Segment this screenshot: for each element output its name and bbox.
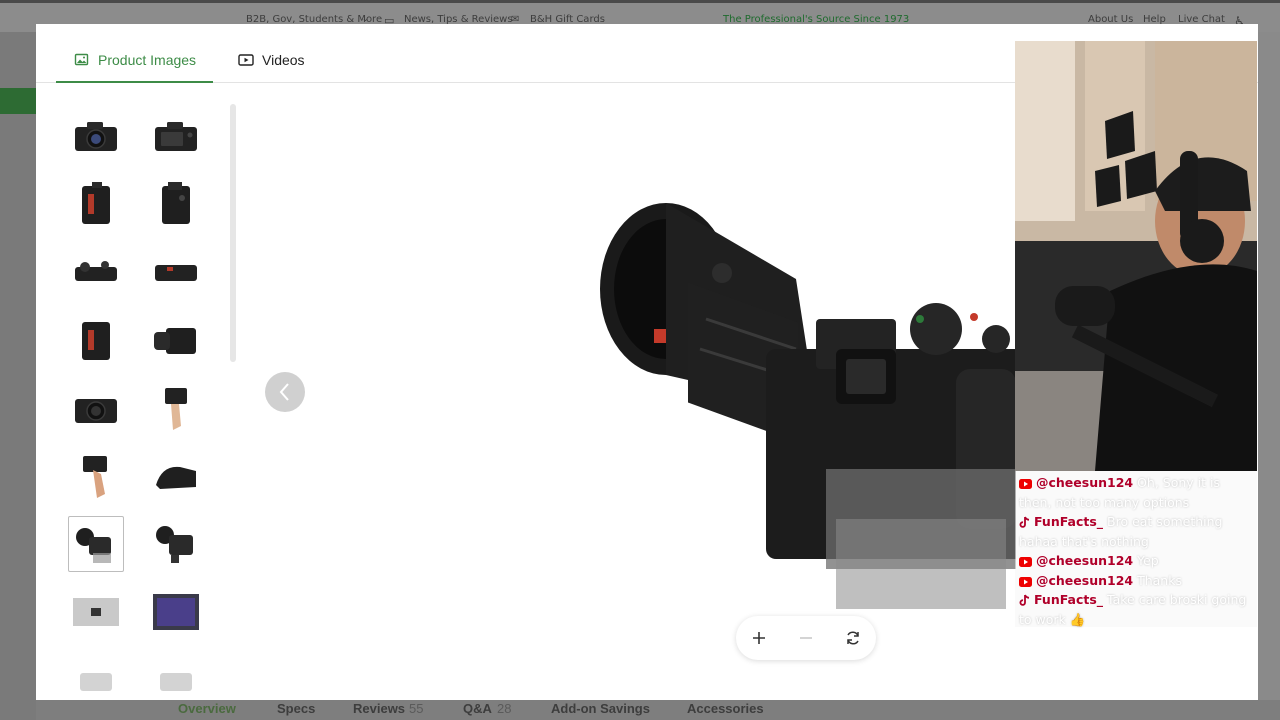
thumbnail[interactable] xyxy=(68,448,124,504)
video-icon xyxy=(238,54,254,66)
chat-username: FunFacts_ xyxy=(1034,514,1104,529)
thumbnail[interactable] xyxy=(68,380,124,436)
zoom-controls xyxy=(736,616,876,660)
tab-videos[interactable]: Videos xyxy=(238,52,328,83)
chat-text: Thanks xyxy=(1137,572,1182,588)
background-right-edge xyxy=(1258,32,1280,700)
chat-message: FunFacts_ Take care broski going to work… xyxy=(1019,590,1253,629)
background-green-bar xyxy=(0,88,36,114)
thumbnail[interactable] xyxy=(148,652,204,700)
tab-accessories[interactable]: Accessories xyxy=(687,701,764,716)
tab-addon-savings[interactable]: Add-on Savings xyxy=(551,701,650,716)
tab-overview[interactable]: Overview xyxy=(178,701,236,716)
chat-username: @cheesun124 xyxy=(1036,572,1134,588)
youtube-icon xyxy=(1019,576,1032,587)
thumbnail[interactable] xyxy=(148,584,204,640)
tab-label: Videos xyxy=(262,52,305,68)
chevron-left-icon xyxy=(279,383,289,401)
plus-icon xyxy=(753,632,766,644)
streamer-webcam xyxy=(1015,41,1257,471)
minus-icon xyxy=(799,637,812,639)
chat-message: @cheesun124 Oh, Sony it is then, not too… xyxy=(1019,473,1253,512)
image-icon xyxy=(74,53,89,66)
stream-chat: @cheesun124 Oh, Sony it is then, not too… xyxy=(1015,471,1257,627)
flip-screen xyxy=(826,469,1016,609)
tab-specs[interactable]: Specs xyxy=(277,701,315,716)
chevron-down-icon: ⌄ xyxy=(362,14,369,23)
chat-username: @cheesun124 xyxy=(1036,475,1134,490)
tab-label: Product Images xyxy=(98,52,197,68)
thumbnail[interactable] xyxy=(68,584,124,640)
qa-count: 28 xyxy=(497,701,512,716)
thumbnail[interactable] xyxy=(68,108,124,164)
chat-message: @cheesun124 Thanks xyxy=(1019,571,1253,591)
thumbnail[interactable] xyxy=(68,176,124,232)
tiktok-icon xyxy=(1019,594,1030,606)
thumbnail[interactable] xyxy=(148,312,204,368)
chat-username: FunFacts_ xyxy=(1034,592,1104,607)
tab-qa[interactable]: Q&A xyxy=(463,701,492,716)
thumbnail[interactable] xyxy=(148,176,204,232)
chat-message: FunFacts_ Bro eat something hahaa that's… xyxy=(1019,512,1253,551)
chat-username: @cheesun124 xyxy=(1036,553,1134,568)
tiktok-icon xyxy=(1019,516,1030,528)
thumbnail[interactable] xyxy=(148,448,204,504)
youtube-icon xyxy=(1019,479,1032,489)
previous-image-button[interactable] xyxy=(265,372,305,412)
thumbnail[interactable] xyxy=(148,108,204,164)
thumbnail-list xyxy=(56,104,226,700)
reviews-count: 55 xyxy=(409,701,424,716)
refresh-icon xyxy=(846,631,859,645)
thumbnail[interactable] xyxy=(148,244,204,300)
thumbnail[interactable] xyxy=(148,516,204,572)
thumbnail[interactable] xyxy=(148,380,204,436)
youtube-icon xyxy=(1019,557,1032,567)
thumbnail[interactable] xyxy=(68,244,124,300)
tab-product-images[interactable]: Product Images xyxy=(56,52,213,83)
thumbnail[interactable] xyxy=(68,652,124,700)
thumbnail-scrollbar[interactable] xyxy=(230,104,236,362)
thumbnail[interactable] xyxy=(68,312,124,368)
zoom-in-button[interactable] xyxy=(744,623,774,653)
tab-reviews[interactable]: Reviews xyxy=(353,701,405,716)
chat-message: @cheesun124 Yep xyxy=(1019,551,1253,571)
main-product-image xyxy=(600,203,1016,609)
thumbnail-selected[interactable] xyxy=(68,516,124,572)
chat-text: Yep xyxy=(1137,553,1159,568)
zoom-out-button[interactable] xyxy=(791,623,821,653)
background-product-tabs: Overview Specs Reviews 55 Q&A 28 Add-on … xyxy=(36,700,1280,720)
reset-zoom-button[interactable] xyxy=(838,623,868,653)
